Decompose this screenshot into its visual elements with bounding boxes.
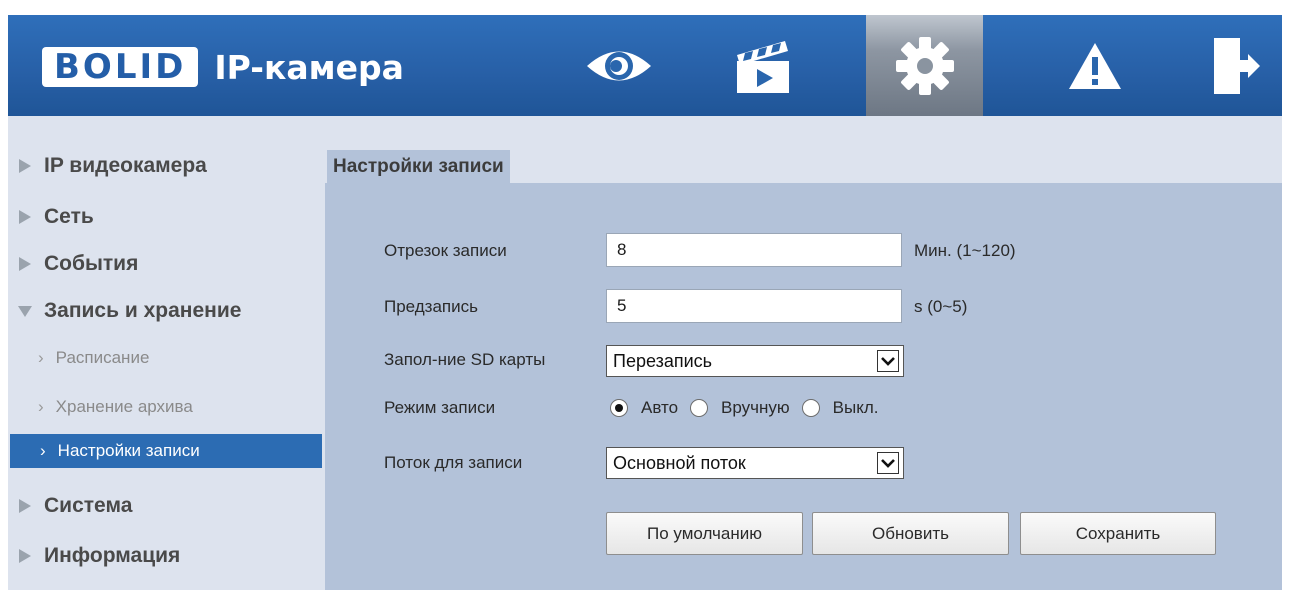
sidebar-item-label: События (44, 252, 139, 275)
tab-bar: Настройки записи (325, 116, 1282, 183)
sidebar-item-record-storage[interactable]: Запись и хранение (18, 299, 241, 323)
record-segment-hint: Мин. (1~120) (914, 241, 1016, 260)
tab-live-view[interactable] (560, 15, 677, 116)
sd-fill-select[interactable]: Перезапись (606, 345, 904, 377)
warning-icon (1068, 42, 1121, 89)
refresh-button[interactable]: Обновить (812, 512, 1009, 555)
tab-logout[interactable] (1176, 15, 1290, 116)
sd-fill-label: Запол-ние SD карты (384, 350, 546, 369)
prerecord-hint: s (0~5) (914, 297, 968, 316)
chevron-right-icon: › (40, 441, 46, 460)
stream-select[interactable]: Основной поток (606, 447, 904, 479)
sidebar-item-record-settings[interactable]: › Настройки записи (10, 434, 322, 468)
sidebar-item-label: Расписание (55, 348, 150, 367)
triangle-down-icon (18, 306, 32, 317)
triangle-right-icon (19, 159, 31, 173)
sidebar-item-network[interactable]: Сеть (18, 205, 94, 229)
eye-icon (586, 51, 651, 80)
triangle-right-icon (19, 499, 31, 513)
record-mode-auto-radio[interactable] (610, 399, 628, 417)
record-mode-label: Режим записи (384, 398, 496, 417)
triangle-right-icon (19, 257, 31, 271)
stream-label: Поток для записи (384, 453, 523, 472)
sidebar-item-label: Запись и хранение (44, 299, 242, 322)
chevron-down-icon[interactable] (877, 350, 899, 372)
record-mode-group: Авто Вручную Выкл. (610, 398, 891, 418)
sidebar-item-events[interactable]: События (18, 252, 138, 276)
sidebar-item-archive-storage[interactable]: › Хранение архива (38, 397, 193, 417)
chevron-down-icon[interactable] (877, 452, 899, 474)
record-mode-manual-label: Вручную (721, 398, 790, 417)
record-mode-off-label: Выкл. (832, 398, 879, 417)
content-panel: Настройки записи Отрезок записи 8 Мин. (… (325, 116, 1282, 590)
sidebar-item-ip-camera[interactable]: IP видеокамера (18, 154, 207, 178)
sidebar-item-info[interactable]: Информация (18, 544, 180, 568)
sidebar-item-label: IP видеокамера (44, 154, 207, 177)
chevron-right-icon: › (38, 348, 44, 367)
sidebar-item-label: Настройки записи (57, 441, 200, 460)
chevron-right-icon: › (38, 397, 44, 416)
app-frame: BOLID IP-камера IP видеокамера Сеть Собы… (8, 15, 1282, 590)
sidebar-item-system[interactable]: Система (18, 494, 132, 518)
sidebar: IP видеокамера Сеть События Запись и хра… (8, 116, 325, 590)
triangle-right-icon (19, 549, 31, 563)
tab-playback[interactable] (704, 15, 821, 116)
record-mode-auto-label: Авто (641, 398, 679, 417)
prerecord-label: Предзапись (384, 297, 478, 316)
save-button[interactable]: Сохранить (1020, 512, 1216, 555)
sidebar-item-label: Информация (44, 544, 181, 567)
top-header: BOLID IP-камера (8, 15, 1282, 116)
record-mode-manual-radio[interactable] (690, 399, 709, 417)
default-button[interactable]: По умолчанию (606, 512, 803, 555)
record-segment-label: Отрезок записи (384, 241, 507, 260)
tab-record-settings[interactable]: Настройки записи (327, 150, 510, 183)
logo: BOLID IP-камера (42, 45, 404, 89)
record-segment-input[interactable]: 8 (606, 233, 902, 267)
sidebar-item-label: Хранение архива (55, 397, 193, 416)
stream-value: Основной поток (613, 453, 746, 473)
tab-settings[interactable] (866, 15, 983, 116)
tab-alarms[interactable] (1036, 15, 1153, 116)
record-mode-off-radio[interactable] (801, 399, 820, 417)
triangle-right-icon (19, 210, 31, 224)
sidebar-item-schedule[interactable]: › Расписание (38, 348, 149, 368)
prerecord-input[interactable]: 5 (606, 289, 902, 323)
sidebar-item-label: Сеть (44, 205, 94, 228)
clapperboard-icon (736, 40, 789, 93)
logo-brand: BOLID (42, 47, 199, 87)
sidebar-item-label: Система (44, 494, 133, 517)
gear-icon (895, 36, 954, 95)
logo-title: IP-камера (214, 47, 404, 87)
logout-icon (1213, 37, 1260, 94)
sd-fill-value: Перезапись (613, 351, 713, 371)
